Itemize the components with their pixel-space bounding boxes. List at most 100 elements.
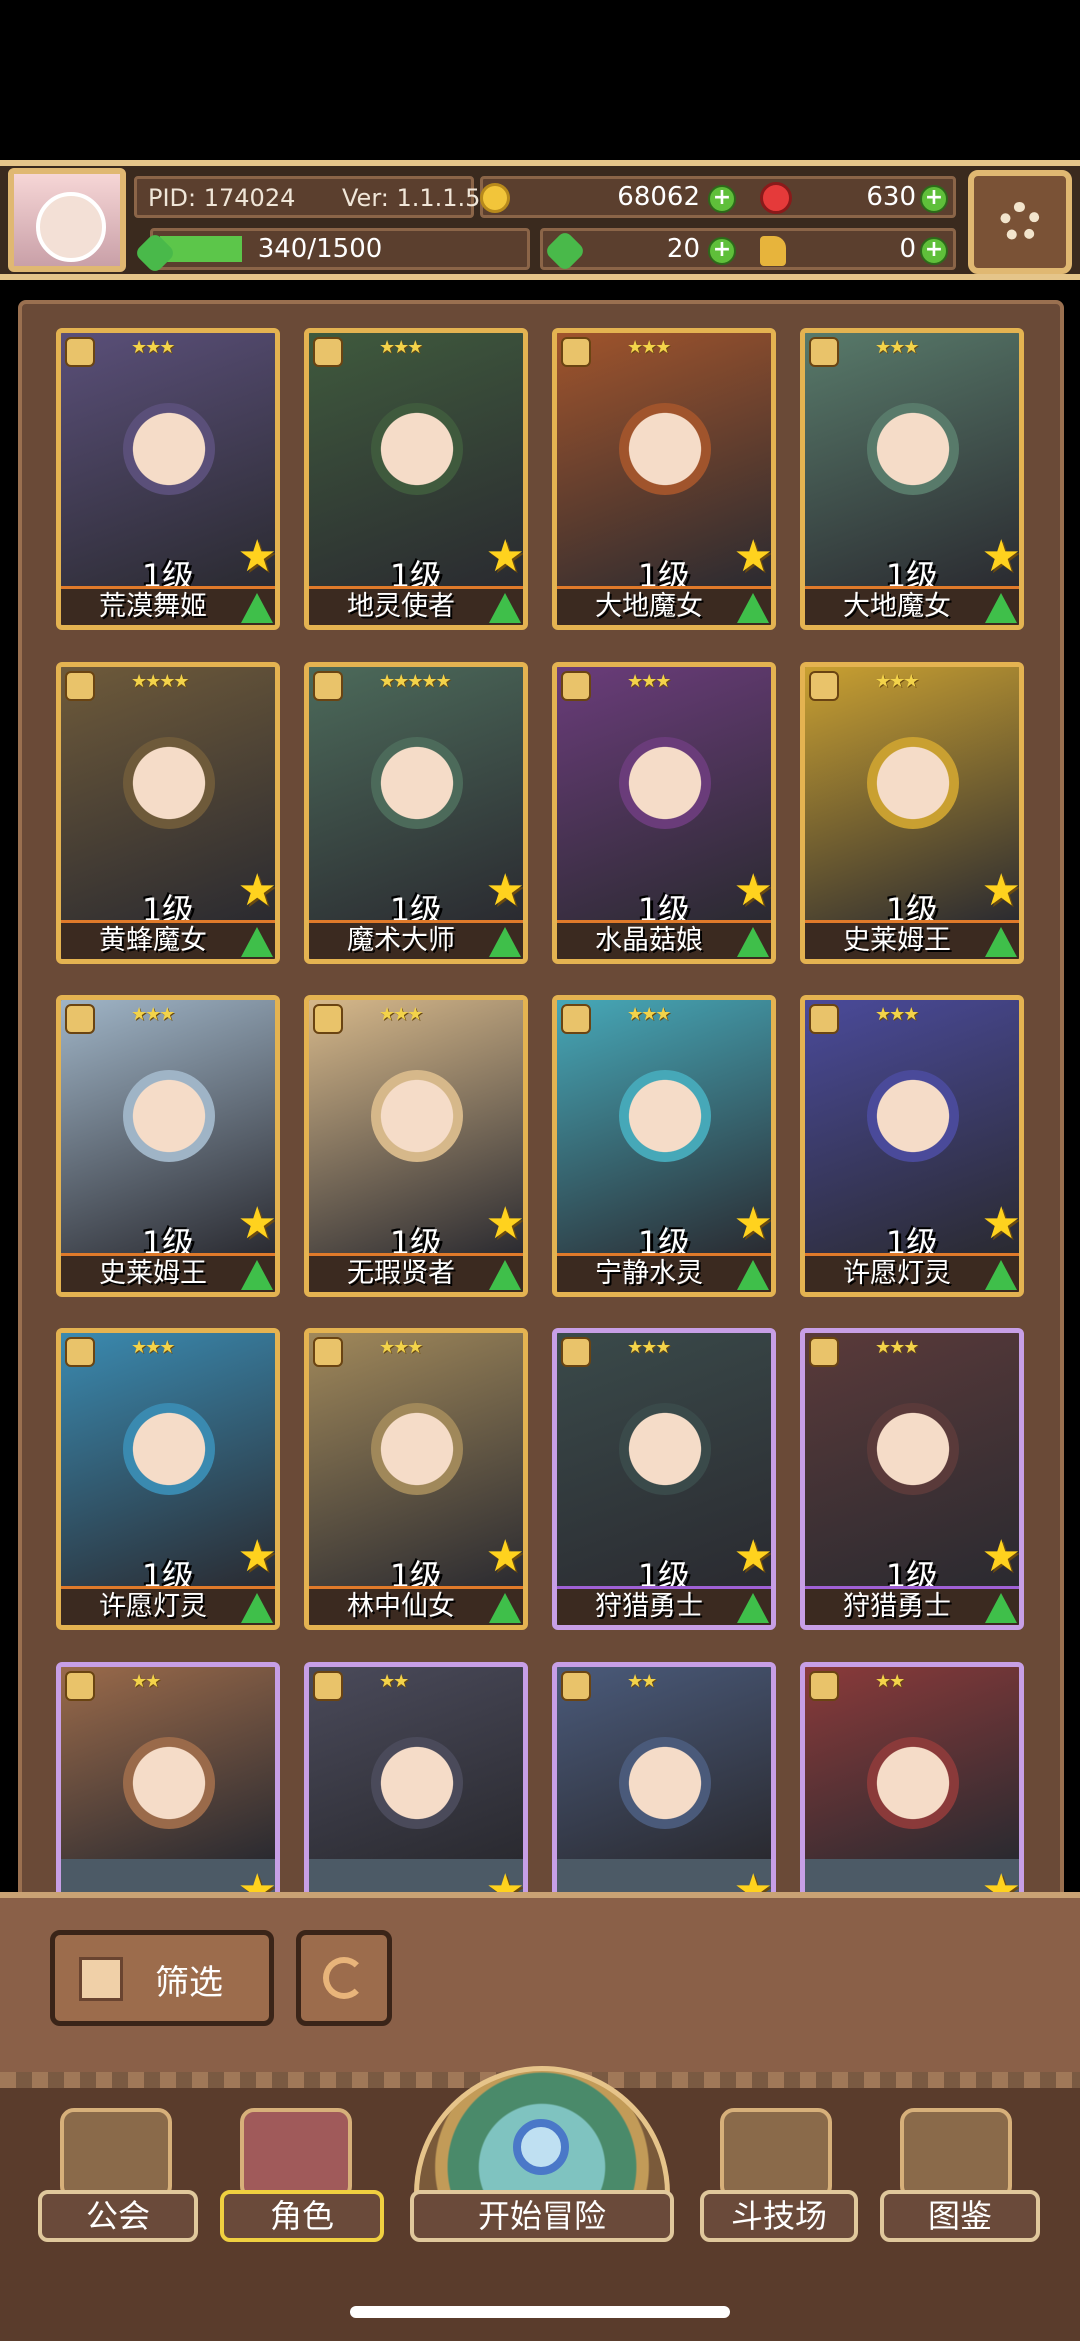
add-boot-button[interactable]: + [920,237,948,265]
star-upgrade-icon: ★ [237,865,277,916]
class-icon [65,337,95,367]
character-icon[interactable] [240,2108,352,2200]
ruby-icon [760,182,792,214]
rarity-stars: ★★★ [379,337,423,358]
guild-icon[interactable] [60,2108,172,2200]
character-card[interactable]: ★★★ 1级 ★ 林中仙女 [304,1328,528,1630]
character-card[interactable]: ★★★ 1级 ★ 大地魔女 [800,328,1024,630]
class-icon [313,671,343,701]
character-card[interactable]: ★★★ 1级 ★ 水晶菇娘 [552,662,776,964]
nav-arena[interactable]: 斗技场 [700,2190,858,2242]
class-icon [65,671,95,701]
character-face-icon [123,403,215,495]
character-name: 水晶菇娘 [595,925,703,956]
character-card[interactable]: ★★1级★ [800,1662,1024,1900]
class-icon [313,1337,343,1367]
star-upgrade-icon: ★ [733,531,773,582]
tree-upgrade-icon [489,1260,521,1290]
filter-button[interactable]: 筛选 [50,1930,274,2026]
add-clover-button[interactable]: + [708,237,736,265]
home-indicator[interactable] [350,2306,730,2318]
character-name: 宁静水灵 [595,1258,703,1289]
arena-swords-icon[interactable] [720,2108,832,2200]
settings-button[interactable] [968,170,1072,274]
nav-character[interactable]: 角色 [220,2190,384,2242]
tree-upgrade-icon [489,593,521,623]
character-card[interactable]: ★★1级★ [56,1662,280,1900]
gold-amount: 68062 [617,182,700,212]
class-icon [561,1004,591,1034]
rarity-stars: ★★★ [875,337,919,358]
class-icon [65,1337,95,1367]
character-name: 许愿灯灵 [99,1591,207,1622]
codex-book-icon[interactable] [900,2108,1012,2200]
filter-label: 筛选 [155,1963,223,2003]
character-face-icon [371,1070,463,1162]
rarity-stars: ★★ [627,1671,657,1692]
star-upgrade-icon: ★ [981,1531,1021,1582]
character-face-icon [371,1737,463,1829]
star-upgrade-icon: ★ [733,1198,773,1249]
character-card[interactable]: ★★★ 1级 ★ 许愿灯灵 [56,1328,280,1630]
character-card[interactable]: ★★★ 1级 ★ 史莱姆王 [56,995,280,1297]
character-face-icon [619,1403,711,1495]
tree-upgrade-icon [737,1593,769,1623]
character-card[interactable]: ★★★ 1级 ★ 地灵使者 [304,328,528,630]
character-card[interactable]: ★★★ 1级 ★ 许愿灯灵 [800,995,1024,1297]
nav-guild[interactable]: 公会 [38,2190,198,2242]
character-name: 魔术大师 [347,925,455,956]
rarity-stars: ★★★ [875,1337,919,1358]
xp-text: 340/1500 [257,234,383,264]
character-card[interactable]: ★★1级★ [552,1662,776,1900]
rarity-stars: ★★★ [627,1004,671,1025]
character-name: 林中仙女 [347,1591,455,1622]
character-name: 无瑕贤者 [347,1258,455,1289]
class-icon [809,1337,839,1367]
character-name: 大地魔女 [595,591,703,622]
rarity-stars: ★★★★ [131,671,190,692]
class-icon [809,1004,839,1034]
rarity-stars: ★★★ [875,671,919,692]
character-card[interactable]: ★★★★ 1级 ★ 黄蜂魔女 [56,662,280,964]
tree-upgrade-icon [489,927,521,957]
star-upgrade-icon: ★ [981,865,1021,916]
character-face-icon [619,403,711,495]
nav-codex[interactable]: 图鉴 [880,2190,1040,2242]
character-card[interactable]: ★★★ 1级 ★ 宁静水灵 [552,995,776,1297]
character-card[interactable]: ★★★ 1级 ★ 史莱姆王 [800,662,1024,964]
star-upgrade-icon: ★ [237,531,277,582]
character-card[interactable]: ★★★★★ 1级 ★ 魔术大师 [304,662,528,964]
star-upgrade-icon: ★ [237,1531,277,1582]
refresh-button[interactable] [296,1930,392,2026]
character-card[interactable]: ★★★ 1级 ★ 狩猎勇士 [800,1328,1024,1630]
tree-upgrade-icon [241,927,273,957]
player-avatar[interactable] [8,168,126,272]
tree-upgrade-icon [737,1260,769,1290]
class-icon [561,337,591,367]
nav-adventure[interactable]: 开始冒险 [410,2190,674,2242]
character-card[interactable]: ★★★ 1级 ★ 荒漠舞姬 [56,328,280,630]
character-face-icon [123,1737,215,1829]
character-card[interactable]: ★★★ 1级 ★ 狩猎勇士 [552,1328,776,1630]
tree-upgrade-icon [985,593,1017,623]
character-card[interactable]: ★★★ 1级 ★ 无瑕贤者 [304,995,528,1297]
class-icon [313,337,343,367]
character-card[interactable]: ★★★ 1级 ★ 大地魔女 [552,328,776,630]
character-face-icon [123,737,215,829]
star-upgrade-icon: ★ [733,865,773,916]
character-face-icon [619,737,711,829]
character-face-icon [867,403,959,495]
add-gem-button[interactable]: + [920,185,948,213]
character-name: 史莱姆王 [99,1258,207,1289]
gem-amount: 630 [866,182,916,212]
class-icon [809,337,839,367]
rarity-stars: ★★★ [379,1337,423,1358]
star-upgrade-icon: ★ [981,531,1021,582]
tree-upgrade-icon [985,1593,1017,1623]
character-face-icon [619,1737,711,1829]
character-card[interactable]: ★★1级★ [304,1662,528,1900]
character-face-icon [371,737,463,829]
class-icon [65,1004,95,1034]
add-gold-button[interactable]: + [708,185,736,213]
star-upgrade-icon: ★ [733,1531,773,1582]
